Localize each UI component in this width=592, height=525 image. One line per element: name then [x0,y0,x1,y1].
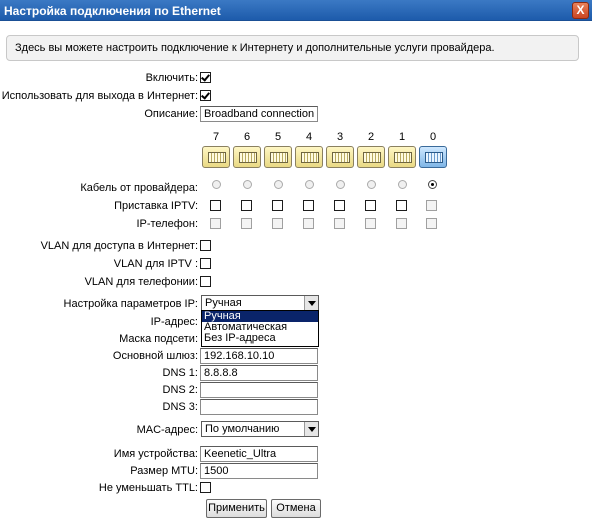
ip-phone-checkbox-0 [426,218,437,229]
ip-phone-checkbox-4[interactable] [303,218,314,229]
window-title: Настройка подключения по Ethernet [4,4,221,18]
enable-checkbox[interactable] [200,72,211,83]
port-number-3: 3 [336,131,344,143]
port-number-5: 5 [274,131,282,143]
port-number-1: 1 [398,131,406,143]
provider-cable-radio-2[interactable] [367,180,376,189]
ip-settings-value: Ручная [205,297,242,309]
description-input[interactable]: Broadband connection [200,106,318,122]
apply-button[interactable]: Применить [206,499,267,518]
lan-port-icon [264,146,292,168]
description-label: Описание: [144,108,198,120]
dns3-input[interactable] [200,399,318,415]
chevron-down-icon[interactable] [304,422,318,436]
port-number-7: 7 [212,131,220,143]
vlan-internet-checkbox[interactable] [200,240,211,251]
port-number-4: 4 [305,131,313,143]
provider-cable-radio-0[interactable] [428,180,437,189]
provider-cable-radio-4[interactable] [305,180,314,189]
title-bar: Настройка подключения по Ethernet X [0,0,592,21]
provider-cable-radio-5[interactable] [274,180,283,189]
dns2-label: DNS 2: [162,384,198,396]
mtu-input[interactable]: 1500 [200,463,318,479]
subnet-mask-label: Маска подсети: [119,333,198,345]
iptv-checkbox-4[interactable] [303,200,314,211]
port-number-0: 0 [429,131,437,143]
lan-port-icon [233,146,261,168]
gateway-label: Основной шлюз: [112,350,198,362]
ip-settings-label: Настройка параметров IP: [63,298,198,310]
lan-port-icon [326,146,354,168]
iptv-checkbox-0 [426,200,437,211]
close-icon[interactable]: X [572,2,589,19]
vlan-phone-checkbox[interactable] [200,276,211,287]
ip-phone-label: IP-телефон: [136,218,198,230]
vlan-iptv-label: VLAN для IPTV : [113,258,198,270]
gateway-input[interactable]: 192.168.10.10 [200,348,318,364]
lan-port-icon [388,146,416,168]
mtu-label: Размер MTU: [130,465,198,477]
ip-settings-select[interactable]: Ручная [201,295,319,311]
iptv-checkbox-6[interactable] [241,200,252,211]
iptv-label: Приставка IPTV: [114,200,198,212]
no-ttl-label: Не уменьшать TTL: [98,482,198,494]
iptv-checkbox-5[interactable] [272,200,283,211]
provider-cable-radio-6[interactable] [243,180,252,189]
info-text: Здесь вы можете настроить подключение к … [15,42,495,54]
iptv-checkbox-3[interactable] [334,200,345,211]
vlan-phone-label: VLAN для телефонии: [84,276,198,288]
dropdown-option-no-ip[interactable]: Без IP-адреса [202,333,318,344]
provider-cable-radio-7[interactable] [212,180,221,189]
cancel-button[interactable]: Отмена [271,499,321,518]
lan-port-icon [357,146,385,168]
dns2-input[interactable] [200,382,318,398]
wan-port-icon [419,146,447,168]
mac-value: По умолчанию [205,423,280,435]
ip-settings-dropdown[interactable]: Ручная Автоматическая Без IP-адреса [201,310,319,347]
vlan-iptv-checkbox[interactable] [200,258,211,269]
no-ttl-checkbox[interactable] [200,482,211,493]
mac-select[interactable]: По умолчанию [201,421,319,437]
device-name-input[interactable]: Keenetic_Ultra [200,446,318,462]
ip-phone-checkbox-1[interactable] [396,218,407,229]
ip-phone-checkbox-3[interactable] [334,218,345,229]
vlan-internet-label: VLAN для доступа в Интернет: [40,240,198,252]
chevron-down-icon[interactable] [304,296,318,310]
provider-cable-radio-1[interactable] [398,180,407,189]
dns1-input[interactable]: 8.8.8.8 [200,365,318,381]
use-internet-label: Использовать для выхода в Интернет: [1,90,198,102]
device-name-label: Имя устройства: [113,448,198,460]
port-number-2: 2 [367,131,375,143]
ip-address-label: IP-адрес: [150,316,198,328]
provider-cable-radio-3[interactable] [336,180,345,189]
ip-phone-checkbox-6[interactable] [241,218,252,229]
dns3-label: DNS 3: [162,401,198,413]
lan-port-icon [202,146,230,168]
iptv-checkbox-7[interactable] [210,200,221,211]
provider-cable-label: Кабель от провайдера: [80,182,198,194]
info-box: Здесь вы можете настроить подключение к … [6,35,579,61]
ip-phone-checkbox-5[interactable] [272,218,283,229]
enable-label: Включить: [145,72,198,84]
port-number-6: 6 [243,131,251,143]
iptv-checkbox-1[interactable] [396,200,407,211]
dns1-label: DNS 1: [162,367,198,379]
use-internet-checkbox[interactable] [200,90,211,101]
lan-port-icon [295,146,323,168]
ip-phone-checkbox-7[interactable] [210,218,221,229]
iptv-checkbox-2[interactable] [365,200,376,211]
mac-label: MAC-адрес: [136,424,198,436]
ip-phone-checkbox-2[interactable] [365,218,376,229]
